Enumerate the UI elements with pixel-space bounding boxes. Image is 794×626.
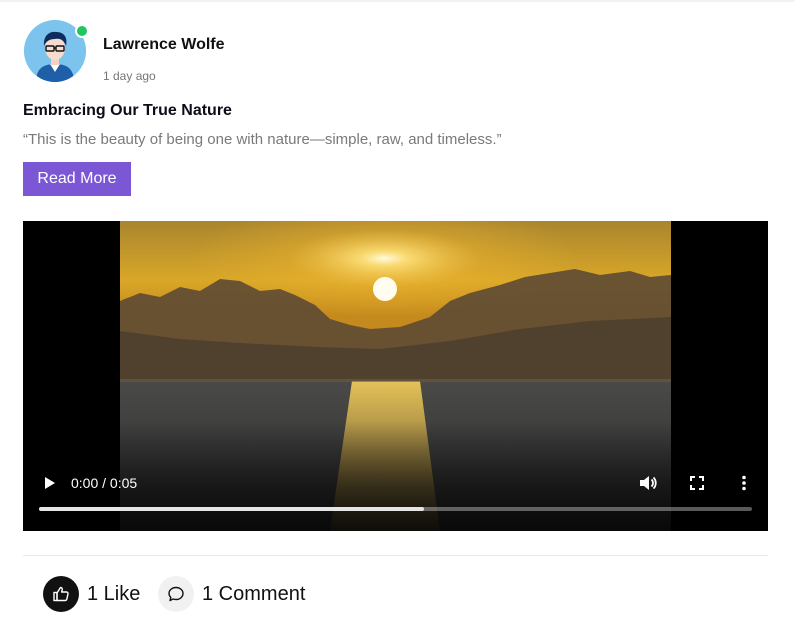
read-more-button[interactable]: Read More bbox=[23, 162, 131, 196]
thumbs-up-icon bbox=[53, 586, 69, 602]
video-buffered-fill bbox=[39, 507, 425, 511]
post-timestamp: 1 day ago bbox=[103, 69, 156, 83]
comment-count-label[interactable]: 1 Comment bbox=[202, 583, 305, 606]
volume-icon bbox=[640, 476, 657, 490]
video-player[interactable]: 0:00 / 0:05 bbox=[23, 221, 768, 531]
video-progress-bar[interactable] bbox=[39, 507, 752, 511]
play-button[interactable] bbox=[39, 473, 59, 493]
online-status-indicator bbox=[75, 24, 89, 38]
comment-bubble-icon bbox=[168, 586, 184, 602]
top-border bbox=[0, 0, 794, 2]
video-time-display: 0:00 / 0:05 bbox=[71, 475, 138, 491]
post-quote: “This is the beauty of being one with na… bbox=[23, 131, 502, 148]
author-name[interactable]: Lawrence Wolfe bbox=[103, 36, 225, 54]
volume-button[interactable] bbox=[637, 472, 659, 494]
fullscreen-button[interactable] bbox=[687, 473, 707, 493]
footer-divider bbox=[23, 555, 768, 556]
fullscreen-icon bbox=[690, 476, 704, 490]
like-count-label[interactable]: 1 Like bbox=[87, 583, 140, 606]
post-title: Embracing Our True Nature bbox=[23, 102, 232, 119]
comment-button[interactable] bbox=[158, 576, 194, 612]
like-button[interactable] bbox=[43, 576, 79, 612]
more-options-button[interactable] bbox=[734, 473, 754, 493]
play-icon bbox=[45, 477, 55, 489]
more-vertical-icon bbox=[742, 475, 746, 491]
